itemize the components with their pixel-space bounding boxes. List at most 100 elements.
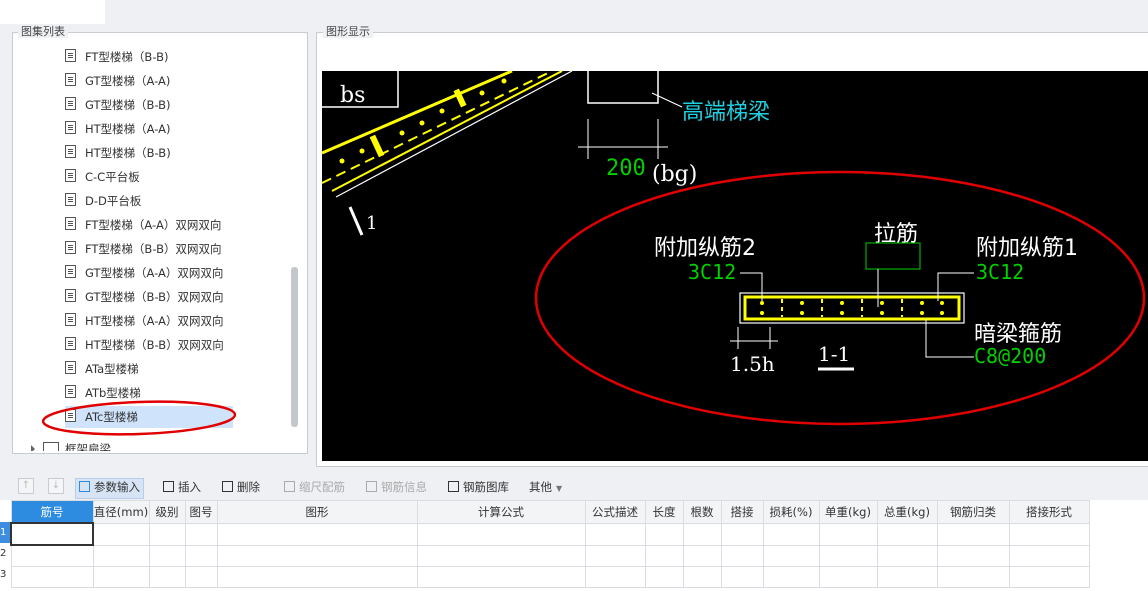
red-circle-annotation — [41, 400, 237, 436]
column-header[interactable]: 计算公式 — [416, 500, 586, 524]
rebar-info-button[interactable]: 钢筋信息 — [366, 478, 427, 497]
drawing-canvas[interactable]: bs 高端梯梁 200 (bg) 1 附加纵筋2 3C12 拉筋 附加纵筋1 3… — [322, 71, 1148, 461]
chevron-down-icon: ▼ — [556, 484, 563, 493]
param-input-button[interactable]: 参数输入 — [75, 478, 144, 499]
column-header[interactable]: 搭接形式 — [1008, 500, 1090, 524]
table-cell[interactable] — [876, 522, 938, 546]
table-cell[interactable] — [416, 522, 586, 546]
table-cell[interactable] — [92, 544, 150, 567]
table-cell[interactable] — [148, 566, 186, 588]
table-cell[interactable] — [216, 522, 418, 546]
param-input-label: 参数输入 — [94, 480, 140, 494]
table-cell[interactable] — [584, 566, 646, 588]
row-number[interactable]: 3 — [0, 564, 10, 585]
trash-icon — [222, 481, 233, 492]
table-cell[interactable] — [682, 522, 722, 546]
column-header[interactable]: 直径(mm) — [92, 500, 150, 524]
rebar-drawing: bs 高端梯梁 200 (bg) 1 附加纵筋2 3C12 拉筋 附加纵筋1 3… — [322, 71, 1146, 426]
graphic-display-title: 图形显示 — [323, 26, 373, 38]
table-cell[interactable] — [936, 566, 1010, 588]
table-cell[interactable] — [682, 566, 722, 588]
table-cell[interactable] — [818, 522, 878, 546]
move-down-button[interactable]: ↓ — [48, 478, 64, 494]
table-cell[interactable] — [1008, 544, 1090, 567]
bg-label: (bg) — [652, 162, 697, 187]
extra-long-bar-2-label: 附加纵筋2 — [654, 236, 756, 261]
stirrup-rect — [743, 295, 961, 321]
column-header[interactable]: 根数 — [682, 500, 722, 524]
table-cell[interactable] — [876, 566, 938, 588]
table-cell[interactable] — [216, 566, 418, 588]
table-cell[interactable] — [1008, 522, 1090, 546]
extra-long-bar-1-spec: 3C12 — [976, 260, 1024, 284]
delete-label: 删除 — [237, 480, 260, 494]
insert-button[interactable]: 插入 — [163, 478, 201, 497]
table-cell[interactable] — [682, 544, 722, 567]
param-input-icon — [79, 481, 90, 492]
table-cell[interactable] — [936, 522, 1010, 546]
high-beam-leader — [651, 92, 683, 108]
table-cell[interactable] — [818, 566, 878, 588]
table-cell[interactable] — [720, 566, 764, 588]
table-cell[interactable] — [720, 544, 764, 567]
scale-icon — [284, 481, 295, 492]
rebar-table: 1 2 3 筋号 直径(mm) 级别 图号 图形 计算公式 公式描述 长度 根数… — [0, 500, 1148, 591]
dim-1-5h-label: 1.5h — [730, 352, 775, 376]
table-cell[interactable] — [584, 544, 646, 567]
rebar-library-label: 钢筋图库 — [463, 480, 509, 494]
section-1-1-label: 1-1 — [818, 342, 850, 366]
table-cell[interactable] — [720, 522, 764, 546]
column-header[interactable]: 钢筋归类 — [936, 500, 1010, 524]
table-cell[interactable] — [644, 544, 684, 567]
table-cell[interactable] — [584, 522, 646, 546]
table-row — [10, 544, 1090, 567]
table-cell[interactable] — [184, 522, 218, 546]
row-number[interactable]: 2 — [0, 543, 10, 564]
column-header[interactable]: 图号 — [184, 500, 218, 524]
table-cell[interactable] — [644, 566, 684, 588]
column-header[interactable]: 损耗(%) — [762, 500, 820, 524]
table-cell[interactable] — [876, 544, 938, 567]
extra-long-bar-2-spec: 3C12 — [688, 260, 736, 284]
table-cell[interactable] — [416, 566, 586, 588]
row-numbers: 1 2 3 — [0, 522, 10, 585]
table-cell[interactable] — [184, 544, 218, 567]
column-header[interactable]: 级别 — [148, 500, 186, 524]
move-up-button[interactable]: ↑ — [18, 478, 34, 494]
table-cell[interactable] — [92, 522, 150, 546]
table-cell[interactable] — [216, 544, 418, 567]
table-cell[interactable] — [148, 522, 186, 546]
table-row — [10, 522, 1090, 546]
table-cell[interactable] — [416, 544, 586, 567]
column-header[interactable]: 搭接 — [720, 500, 764, 524]
table-cell[interactable] — [644, 522, 684, 546]
table-cell[interactable] — [936, 544, 1010, 567]
table-cell[interactable] — [762, 522, 820, 546]
column-header[interactable]: 单重(kg) — [818, 500, 878, 524]
table-cell[interactable] — [10, 566, 94, 588]
table-cell[interactable] — [148, 544, 186, 567]
rebar-library-button[interactable]: 钢筋图库 — [448, 478, 509, 497]
other-dropdown[interactable]: 其他 ▼ — [529, 478, 562, 497]
table-cell[interactable] — [92, 566, 150, 588]
library-icon — [448, 481, 459, 492]
scale-rebar-button[interactable]: 缩尺配筋 — [284, 478, 345, 497]
insert-label: 插入 — [178, 480, 201, 494]
table-cell[interactable] — [762, 566, 820, 588]
info-icon — [366, 481, 377, 492]
column-header[interactable]: 图形 — [216, 500, 418, 524]
table-cell[interactable] — [10, 522, 94, 546]
table-cell[interactable] — [762, 544, 820, 567]
insert-icon — [163, 481, 174, 492]
table-cell[interactable] — [1008, 566, 1090, 588]
table-cell[interactable] — [10, 544, 94, 567]
bs-label: bs — [340, 83, 365, 108]
column-header[interactable]: 筋号 — [10, 500, 94, 524]
delete-button[interactable]: 删除 — [222, 478, 260, 497]
row-number[interactable]: 1 — [0, 522, 10, 543]
column-header[interactable]: 长度 — [644, 500, 684, 524]
column-header[interactable]: 公式描述 — [584, 500, 646, 524]
table-cell[interactable] — [184, 566, 218, 588]
table-cell[interactable] — [818, 544, 878, 567]
column-header[interactable]: 总重(kg) — [876, 500, 938, 524]
